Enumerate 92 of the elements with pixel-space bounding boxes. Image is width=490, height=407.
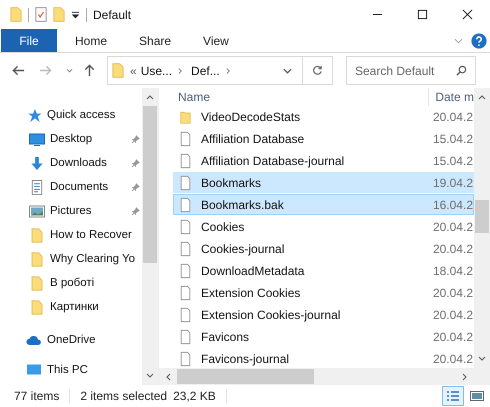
refresh-icon[interactable] <box>312 65 323 76</box>
nav-item[interactable]: Downloads <box>0 151 142 175</box>
folder-icon <box>29 276 45 290</box>
picture-icon <box>29 204 45 218</box>
file-icon <box>180 152 191 168</box>
file-row[interactable]: Cookies 20.04.2 <box>173 216 474 237</box>
file-icon <box>180 130 191 146</box>
back-arrow-icon[interactable] <box>12 64 25 77</box>
nav-item[interactable]: Pictures <box>0 199 142 223</box>
search-icon <box>456 65 467 76</box>
folder-icon <box>29 300 45 314</box>
help-icon[interactable] <box>471 32 487 48</box>
details-view-icon <box>446 390 460 402</box>
chevron-icon[interactable] <box>454 38 463 44</box>
nav-item[interactable]: Картинки <box>0 295 142 319</box>
ribbon-tab[interactable]: Home <box>61 29 122 52</box>
folder-icon <box>29 252 45 266</box>
large-icons-view-icon <box>470 390 484 402</box>
address-bar[interactable]: « Use... Def... <box>107 56 333 85</box>
breadcrumb[interactable]: Use... <box>140 64 172 78</box>
document-icon <box>29 180 45 194</box>
ribbon-tab[interactable]: Share <box>125 29 186 52</box>
scrollbar[interactable] <box>474 88 490 368</box>
nav-item[interactable]: How to Recover <box>0 223 142 247</box>
search-field[interactable]: Search Default <box>346 56 476 85</box>
folder-icon <box>29 228 45 242</box>
file-row[interactable]: VideoDecodeStats 20.04.2 <box>173 106 474 127</box>
nav-item[interactable]: Desktop <box>0 127 142 151</box>
recent-caret-icon[interactable] <box>66 68 73 74</box>
monitor-icon <box>26 362 42 378</box>
dropdown-caret-icon[interactable] <box>283 68 292 74</box>
close-icon[interactable] <box>462 9 473 20</box>
file-row[interactable]: Favicons-journal 20.04.2 <box>173 348 474 368</box>
file-tab[interactable]: File <box>1 29 57 52</box>
breadcrumb[interactable]: Def... <box>191 64 220 78</box>
chevron-icon[interactable] <box>226 66 231 74</box>
file-icon <box>180 196 191 212</box>
file-icon <box>180 240 191 256</box>
maximize-icon[interactable] <box>417 9 428 20</box>
pin-icon[interactable] <box>131 182 140 192</box>
pin-icon[interactable] <box>131 206 140 216</box>
scroll-down-icon[interactable] <box>478 356 486 362</box>
file-icon <box>180 218 191 234</box>
file-icon <box>180 262 191 278</box>
file-row[interactable]: Extension Cookies-journal 20.04.2 <box>173 304 474 325</box>
nav-item[interactable]: This PC <box>0 358 142 382</box>
file-row[interactable]: Cookies-journal 20.04.2 <box>173 238 474 259</box>
file-icon <box>180 284 191 300</box>
dropdown-icon[interactable] <box>71 10 80 18</box>
selection-count: 2 items selected <box>80 389 168 403</box>
monitor-icon <box>29 132 45 146</box>
file-icon <box>180 306 191 322</box>
file-icon <box>180 174 191 190</box>
selection-size: 23,2 KB <box>173 389 216 403</box>
up-arrow-icon[interactable] <box>83 64 96 77</box>
scrollbar[interactable] <box>142 88 158 385</box>
view-button[interactable] <box>442 386 464 406</box>
nav-item[interactable]: Quick access <box>0 103 142 127</box>
nav-item[interactable]: Why Clearing Yo <box>0 247 142 271</box>
scrollbar-thumb[interactable] <box>475 200 489 233</box>
nav-item[interactable]: Documents <box>0 175 142 199</box>
file-row[interactable]: DownloadMetadata 18.04.2 <box>173 260 474 281</box>
nav-item[interactable]: В роботі <box>0 271 142 295</box>
column-header[interactable]: Date m <box>429 90 474 104</box>
item-count: 77 items <box>14 389 60 403</box>
properties-icon[interactable] <box>35 6 47 23</box>
file-row[interactable]: Bookmarks.bak 16.04.2 <box>173 194 474 215</box>
ribbon-tab[interactable]: View <box>189 29 243 52</box>
scroll-up-icon[interactable] <box>146 94 154 100</box>
scroll-right-icon[interactable] <box>462 372 468 380</box>
pin-icon[interactable] <box>131 134 140 144</box>
star-icon <box>26 108 42 122</box>
scroll-up-icon[interactable] <box>478 94 486 100</box>
down-arrow-icon <box>29 156 45 170</box>
scrollbar-thumb[interactable] <box>177 369 314 384</box>
chevron-icon[interactable] <box>178 66 184 74</box>
folder-icon <box>112 62 124 79</box>
file-row[interactable]: Bookmarks 19.04.2 <box>173 172 474 193</box>
file-row[interactable]: Affiliation Database 15.04.2 <box>173 128 474 149</box>
nav-item[interactable]: OneDrive <box>0 328 142 352</box>
file-icon <box>180 350 191 366</box>
column-header[interactable]: Name <box>173 88 430 106</box>
file-row[interactable]: Favicons 20.04.2 <box>173 326 474 347</box>
window-title: Default <box>93 8 132 22</box>
file-row[interactable]: Extension Cookies 20.04.2 <box>173 282 474 303</box>
scroll-down-icon[interactable] <box>146 373 154 379</box>
file-icon <box>180 328 191 344</box>
pin-icon[interactable] <box>131 158 140 168</box>
overflow-chevron[interactable]: « <box>130 64 137 78</box>
scrollbar-thumb[interactable] <box>143 106 157 263</box>
scroll-left-icon[interactable] <box>165 372 171 380</box>
file-row[interactable]: Affiliation Database-journal 15.04.2 <box>173 150 474 171</box>
